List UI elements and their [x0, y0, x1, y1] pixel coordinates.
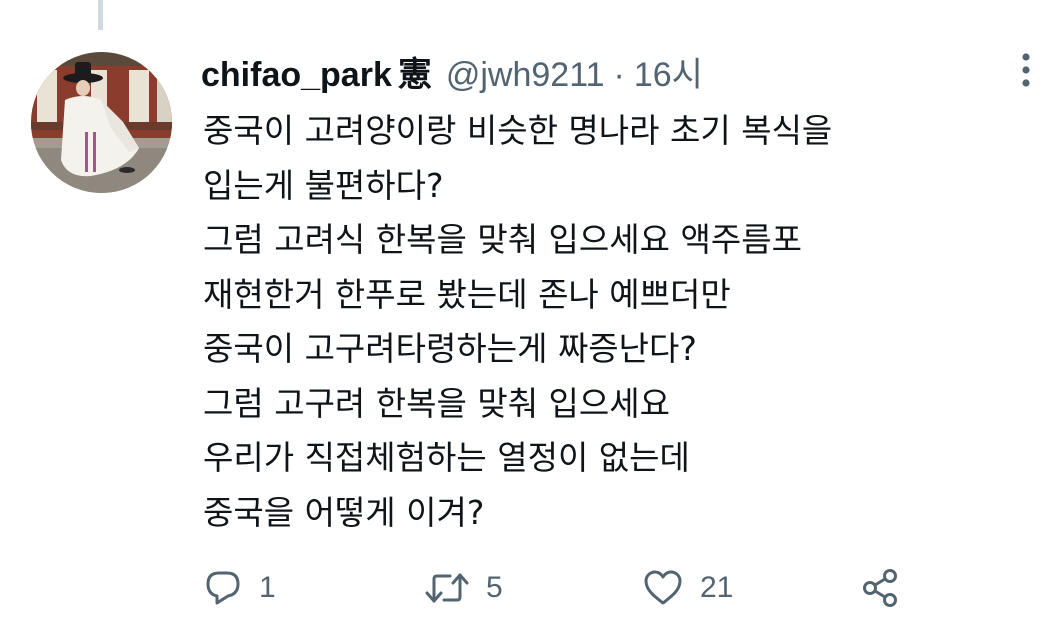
tweet-text-line: 입는게 불편하다?	[203, 165, 444, 205]
tweet-text-line: 그럼 고구려 한복을 맞춰 입으세요	[203, 383, 670, 423]
like-count: 21	[700, 571, 734, 604]
tweet-text-line: 우리가 직접체험하는 열정이 없는데	[203, 438, 690, 477]
reply-count: 1	[259, 571, 276, 604]
tweet-timestamp[interactable]: 16시	[634, 50, 703, 100]
tweet-header: chifao_park 憲 @jwh9211 · 16시	[201, 50, 703, 100]
heart-icon	[644, 570, 682, 605]
tweet-actions: 1 5 21	[203, 563, 923, 613]
thread-connector-line	[98, 0, 103, 30]
tweet-text-line: 중국이 고구려타령하는게 짜증난다?	[203, 329, 697, 368]
tweet-text-line: 중국이 고려양이랑 비슷한 명나라 초기 복식을	[203, 111, 833, 150]
header-separator: ·	[613, 56, 625, 94]
display-name[interactable]: chifao_park	[201, 50, 392, 100]
retweet-count: 5	[486, 571, 503, 604]
avatar-photo	[31, 52, 172, 193]
avatar[interactable]	[31, 52, 172, 193]
display-name-badge: 憲	[397, 55, 432, 95]
tweet-text-line: 재현한거 한푸로 봤는데 존나 예쁘더만	[203, 274, 731, 314]
tweet-text-line: 중국을 어떻게 이겨?	[203, 492, 485, 532]
user-handle[interactable]: @jwh9211	[446, 50, 605, 100]
like-button[interactable]: 21	[642, 563, 733, 613]
more-vertical-icon	[1022, 53, 1030, 87]
more-options-button[interactable]	[1017, 52, 1035, 88]
reply-button[interactable]: 1	[203, 563, 276, 613]
retweet-icon	[425, 573, 469, 603]
tweet-text: 중국이 고려양이랑 비슷한 명나라 초기 복식을 입는게 불편하다? 그럼 고려…	[203, 104, 1023, 540]
reply-icon	[206, 571, 240, 605]
tweet-text-line: 그럼 고려식 한복을 맞춰 입으세요 액주름포	[203, 220, 802, 259]
share-button[interactable]	[859, 563, 901, 613]
retweet-button[interactable]: 5	[424, 563, 503, 613]
share-icon	[863, 569, 897, 607]
